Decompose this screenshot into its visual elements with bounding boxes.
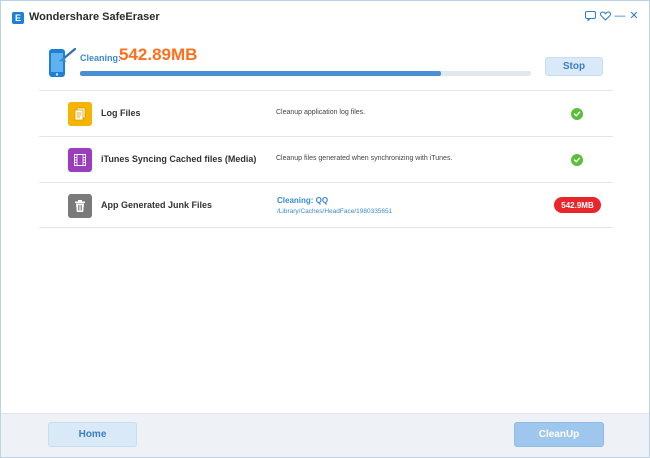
trash-icon	[68, 194, 92, 218]
list-item-app-junk: App Generated Junk Files Cleaning: QQ /L…	[39, 182, 613, 228]
item-name: Log Files	[101, 108, 141, 118]
heart-icon[interactable]	[599, 10, 611, 22]
list-item-log-files: Log Files Cleanup application log files.	[39, 90, 613, 136]
progress-fill	[80, 71, 441, 76]
item-status-path: /Library/Caches/HeadFace/1980335651	[277, 208, 393, 215]
app-title: Wondershare SafeEraser	[29, 11, 160, 23]
stop-button[interactable]: Stop	[545, 57, 603, 76]
title-bar: E Wondershare SafeEraser — ✕	[1, 1, 649, 33]
item-name: iTunes Syncing Cached files (Media)	[101, 154, 257, 164]
cleaning-label: Cleaning:	[80, 53, 122, 63]
item-name: App Generated Junk Files	[101, 200, 213, 210]
list-item-itunes-cache: iTunes Syncing Cached files (Media) Clea…	[39, 136, 613, 182]
minimize-button[interactable]: —	[614, 10, 626, 22]
film-icon	[68, 148, 92, 172]
app-logo-letter: E	[14, 13, 21, 23]
cleaning-size: 542.89MB	[119, 45, 198, 64]
home-button[interactable]: Home	[48, 422, 137, 447]
close-button[interactable]: ✕	[628, 10, 640, 22]
phone-cleaning-icon	[43, 45, 79, 81]
check-icon	[571, 108, 583, 120]
log-files-icon	[68, 102, 92, 126]
item-status-title: Cleaning: QQ	[277, 196, 329, 205]
app-window: E Wondershare SafeEraser — ✕ Cleaning: 5…	[0, 0, 650, 458]
cleanup-button[interactable]: CleanUp	[514, 422, 604, 447]
check-icon	[571, 154, 583, 166]
item-description: Cleanup application log files.	[276, 109, 366, 116]
progress-bar	[80, 71, 531, 76]
item-description: Cleanup files generated when synchronizi…	[276, 155, 453, 162]
app-logo-icon: E	[12, 12, 24, 24]
footer-bar: Home CleanUp	[1, 413, 649, 457]
feedback-icon[interactable]	[584, 10, 596, 22]
size-badge: 542.9MB	[554, 197, 601, 213]
